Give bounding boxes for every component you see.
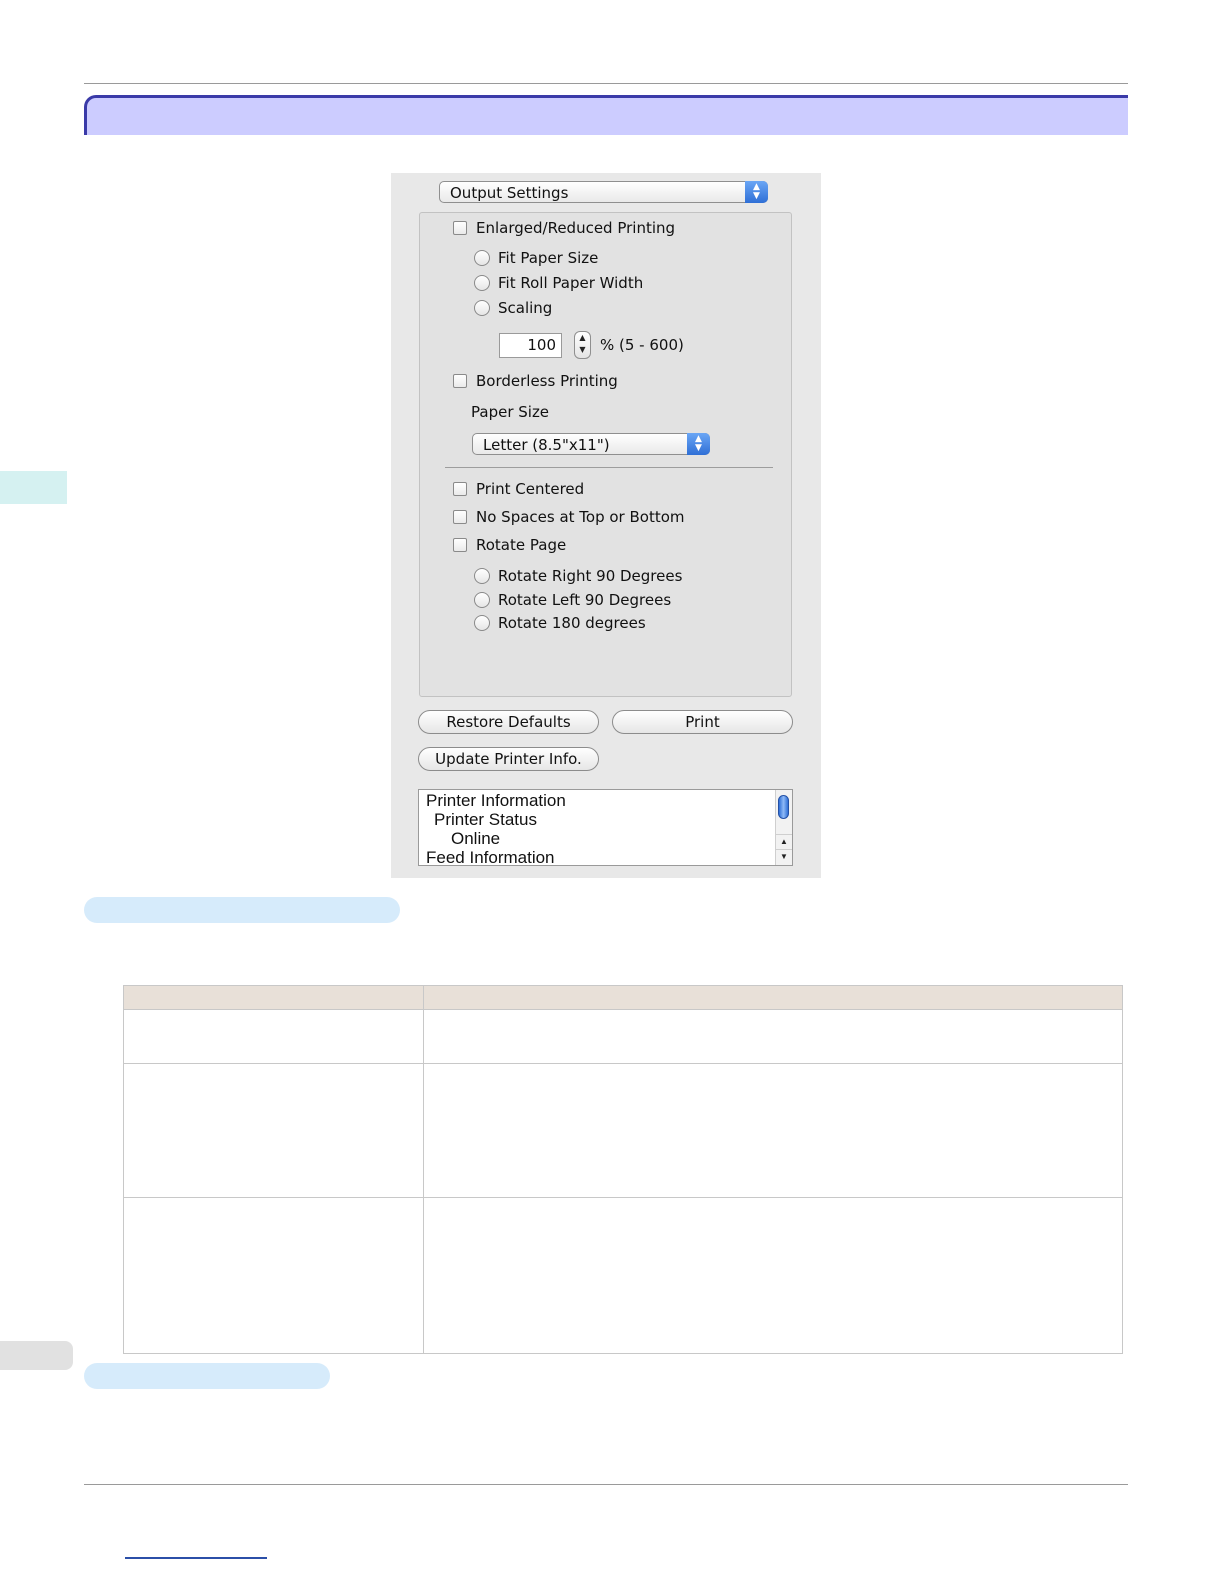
subheading-pill — [84, 897, 400, 923]
table-cell — [423, 1009, 1123, 1064]
panel-popup-label: Output Settings — [450, 184, 569, 202]
table-row — [123, 1063, 1123, 1198]
update-printer-info-button[interactable]: Update Printer Info. — [418, 747, 599, 771]
table-cell — [423, 1197, 1123, 1354]
printer-info-list[interactable]: Printer Information Printer Status Onlin… — [418, 789, 793, 866]
rotate-left-label: Rotate Left 90 Degrees — [498, 591, 672, 609]
chapter-side-tab — [0, 471, 67, 504]
scaling-label: Scaling — [498, 299, 553, 317]
restore-defaults-button[interactable]: Restore Defaults — [418, 710, 599, 734]
separator — [445, 467, 773, 468]
subheading-pill — [84, 1363, 330, 1389]
checkbox[interactable] — [453, 482, 467, 496]
fit-roll-paper-width-label: Fit Roll Paper Width — [498, 274, 644, 292]
list-item: Feed Information — [426, 848, 555, 866]
radio-button[interactable] — [474, 615, 490, 631]
rotate-page-checkbox-row[interactable]: Rotate Page — [453, 536, 566, 554]
table-row — [123, 1009, 1123, 1064]
fit-paper-size-radio-row[interactable]: Fit Paper Size — [474, 249, 598, 267]
paper-size-label: Paper Size — [471, 403, 550, 421]
checkbox[interactable] — [453, 538, 467, 552]
fit-paper-size-label: Fit Paper Size — [498, 249, 599, 267]
stepper-arrows-icon[interactable]: ▲ ▼ — [574, 331, 591, 359]
checkbox[interactable] — [453, 221, 467, 235]
radio-button[interactable] — [474, 275, 490, 291]
up-down-arrows-icon: ▲ ▼ — [687, 433, 710, 455]
rotate-180-radio-row[interactable]: Rotate 180 degrees — [474, 614, 646, 632]
no-spaces-label: No Spaces at Top or Bottom — [476, 508, 685, 526]
output-settings-dialog: Output Settings ▲ ▼ Enlarged/Reduced Prin… — [391, 173, 821, 878]
settings-table — [123, 985, 1123, 1354]
radio-button[interactable] — [474, 300, 490, 316]
fit-roll-paper-width-radio-row[interactable]: Fit Roll Paper Width — [474, 274, 643, 292]
radio-button[interactable] — [474, 568, 490, 584]
borderless-label: Borderless Printing — [476, 372, 618, 390]
checkbox[interactable] — [453, 374, 467, 388]
top-rule — [84, 83, 1128, 84]
up-down-arrows-icon: ▲ ▼ — [745, 181, 768, 203]
table-cell — [123, 1063, 424, 1198]
borderless-checkbox-row[interactable]: Borderless Printing — [453, 372, 618, 390]
scaling-radio-row[interactable]: Scaling — [474, 299, 552, 317]
print-button[interactable]: Print — [612, 710, 793, 734]
rotate-page-label: Rotate Page — [476, 536, 567, 554]
list-item: Printer Status — [434, 810, 537, 829]
rotate-right-radio-row[interactable]: Rotate Right 90 Degrees — [474, 567, 682, 585]
rotate-180-label: Rotate 180 degrees — [498, 614, 646, 632]
no-spaces-checkbox-row[interactable]: No Spaces at Top or Bottom — [453, 508, 685, 526]
bottom-rule — [84, 1484, 1128, 1485]
section-title-band — [84, 95, 1128, 135]
rotate-right-label: Rotate Right 90 Degrees — [498, 567, 683, 585]
print-centered-label: Print Centered — [476, 480, 585, 498]
table-header-cell — [123, 985, 424, 1010]
list-item: Online — [451, 829, 501, 848]
table-row — [123, 1197, 1123, 1354]
checkbox[interactable] — [453, 510, 467, 524]
table-cell — [423, 1063, 1123, 1198]
paper-size-value: Letter (8.5"x11") — [483, 436, 610, 454]
scaling-range-text: % (5 - 600) — [600, 336, 684, 354]
scroll-up-icon[interactable]: ▲ — [776, 834, 792, 849]
scaling-input[interactable]: 100 — [499, 333, 562, 358]
enlarged-reduced-label: Enlarged/Reduced Printing — [476, 219, 676, 237]
enlarged-reduced-checkbox-row[interactable]: Enlarged/Reduced Printing — [453, 219, 675, 237]
scroll-thumb[interactable] — [778, 795, 789, 819]
radio-button[interactable] — [474, 250, 490, 266]
list-scrollbar[interactable]: ▲ ▼ — [775, 790, 792, 865]
footer-link[interactable] — [125, 1557, 267, 1559]
list-item: Printer Information — [426, 791, 566, 810]
print-centered-checkbox-row[interactable]: Print Centered — [453, 480, 584, 498]
table-header-row — [123, 985, 1123, 1010]
radio-button[interactable] — [474, 592, 490, 608]
panel-popup[interactable]: Output Settings ▲ ▼ — [439, 181, 768, 203]
table-header-cell — [423, 985, 1123, 1010]
paper-size-popup[interactable]: Letter (8.5"x11") ▲ ▼ — [472, 433, 710, 455]
table-cell — [123, 1197, 424, 1354]
table-cell — [123, 1009, 424, 1064]
rotate-left-radio-row[interactable]: Rotate Left 90 Degrees — [474, 591, 671, 609]
page-side-tab — [0, 1341, 73, 1370]
scroll-down-icon[interactable]: ▼ — [776, 849, 792, 864]
